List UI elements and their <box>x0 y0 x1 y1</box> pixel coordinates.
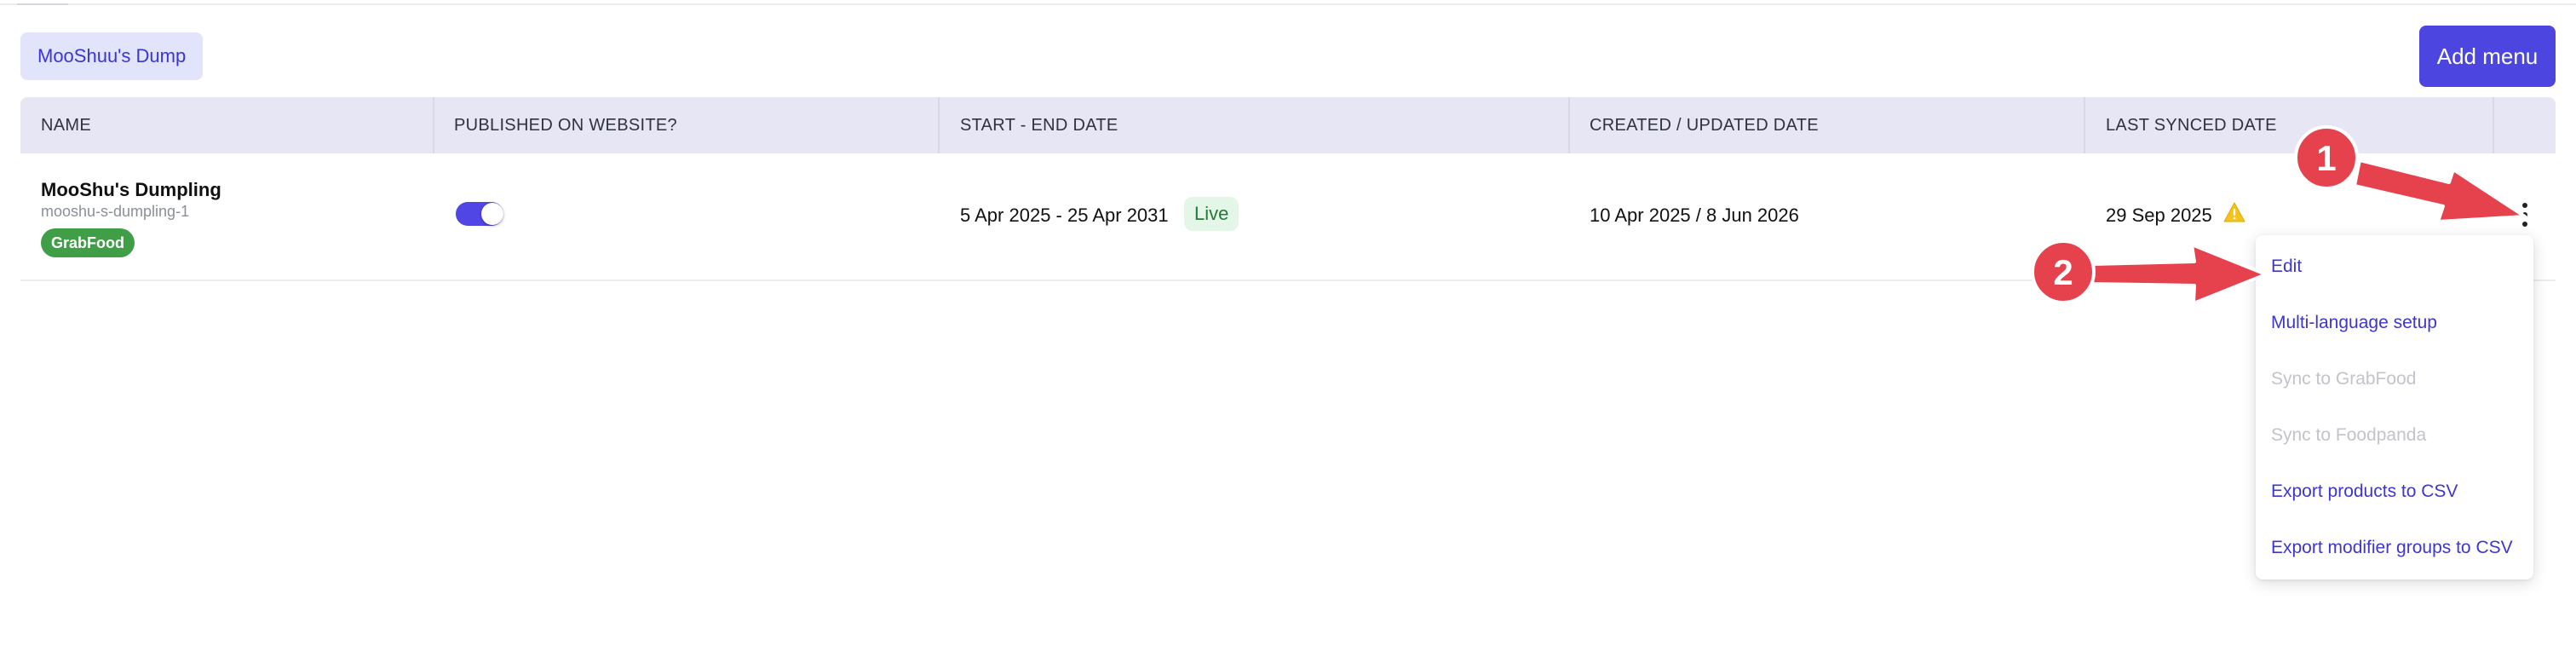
toggle-knob <box>481 203 503 225</box>
column-header-published: PUBLISHED ON WEBSITE? <box>454 116 677 135</box>
column-divider <box>2084 97 2085 153</box>
column-divider <box>433 97 434 153</box>
start-end-date: 5 Apr 2025 - 25 Apr 2031 <box>960 205 1169 226</box>
created-updated-date: 10 Apr 2025 / 8 Jun 2026 <box>1590 205 1799 226</box>
table-row: MooShu's Dumpling mooshu-s-dumpling-1 Gr… <box>20 153 2556 281</box>
menus-page: MooShuu's Dump Add menu NAME PUBLISHED O… <box>0 0 2576 663</box>
menu-item-multi-language-setup[interactable]: Multi-language setup <box>2271 313 2437 333</box>
column-divider <box>938 97 940 153</box>
top-tab-indicator <box>17 3 68 5</box>
menu-item-export-products-csv[interactable]: Export products to CSV <box>2271 481 2458 502</box>
table-header: NAME PUBLISHED ON WEBSITE? START - END D… <box>20 97 2556 153</box>
menu-item-sync-foodpanda: Sync to Foodpanda <box>2271 425 2427 445</box>
kebab-menu-icon[interactable] <box>2515 199 2535 230</box>
column-header-name: NAME <box>41 116 91 135</box>
published-toggle[interactable] <box>456 202 503 226</box>
menu-filter-chip[interactable]: MooShuu's Dump <box>20 32 204 80</box>
column-divider <box>1568 97 1570 153</box>
column-header-last-synced: LAST SYNCED DATE <box>2106 116 2277 135</box>
platform-badge: GrabFood <box>41 228 135 257</box>
top-divider <box>0 0 2576 5</box>
menu-item-edit[interactable]: Edit <box>2271 257 2302 277</box>
menu-item-sync-grabfood: Sync to GrabFood <box>2271 369 2417 389</box>
column-header-start-end-date: START - END DATE <box>960 116 1118 135</box>
menu-name[interactable]: MooShu's Dumpling <box>41 179 221 201</box>
warning-triangle-icon <box>2223 202 2245 222</box>
status-badge: Live <box>1184 197 1239 231</box>
menus-table: NAME PUBLISHED ON WEBSITE? START - END D… <box>20 97 2556 281</box>
column-header-created-updated: CREATED / UPDATED DATE <box>1590 116 1819 135</box>
add-menu-button[interactable]: Add menu <box>2419 26 2556 87</box>
last-synced-date: 29 Sep 2025 <box>2106 205 2212 226</box>
menu-slug: mooshu-s-dumpling-1 <box>41 203 190 220</box>
row-actions-dropdown: Edit Multi-language setup Sync to GrabFo… <box>2256 235 2533 579</box>
column-divider <box>2493 97 2494 153</box>
menu-item-export-modifier-groups-csv[interactable]: Export modifier groups to CSV <box>2271 538 2513 558</box>
